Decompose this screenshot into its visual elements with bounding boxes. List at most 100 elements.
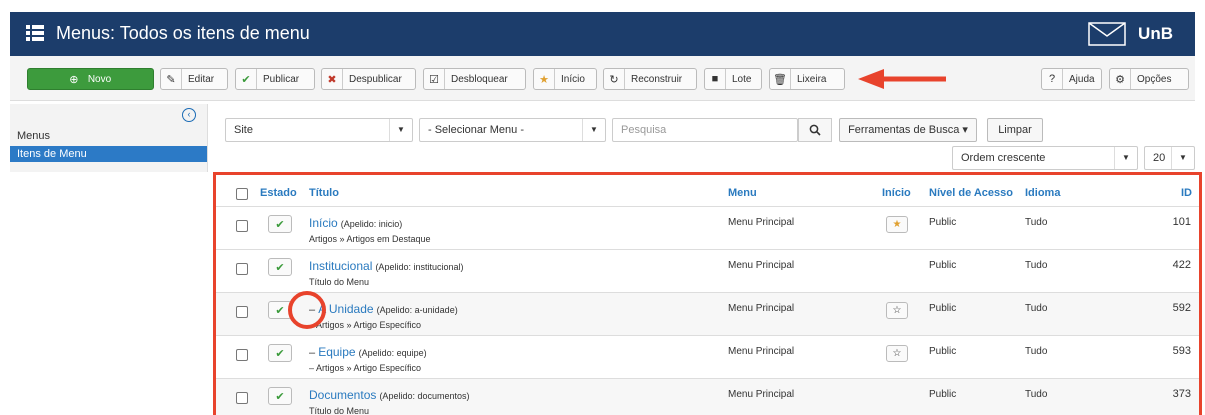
search-button[interactable] <box>798 118 832 142</box>
home-default-toggle[interactable]: ☆ <box>886 302 908 319</box>
item-type: Artigos » Artigos em Destaque <box>309 234 431 244</box>
row-checkbox[interactable] <box>236 220 248 232</box>
check-icon: ✔ <box>275 348 285 360</box>
id-cell: 593 <box>1172 345 1191 357</box>
language-cell: Tudo <box>1025 389 1048 400</box>
limit-select[interactable]: 20 ▼ <box>1144 146 1195 170</box>
item-type: Título do Menu <box>309 406 370 415</box>
column-header-access[interactable]: Nível de Acesso <box>929 187 1013 199</box>
new-button[interactable]: ⊕ Novo <box>27 68 154 90</box>
home-default-toggle[interactable]: ★ <box>886 216 908 233</box>
item-title-link[interactable]: Equipe <box>318 345 355 359</box>
menu-items-table: Estado Título Menu Início Nível de Acess… <box>213 172 1202 415</box>
cancel-circle-icon: ✖ <box>322 69 343 89</box>
plus-circle-icon: ⊕ <box>69 73 79 86</box>
item-title-link[interactable]: Documentos <box>309 388 376 402</box>
column-header-id[interactable]: ID <box>1181 187 1192 199</box>
menu-cell: Menu Principal <box>728 217 795 228</box>
published-toggle[interactable]: ✔ <box>268 258 292 276</box>
help-button[interactable]: ? Ajuda <box>1041 68 1102 90</box>
search-input[interactable]: Pesquisa <box>612 118 798 142</box>
home-button[interactable]: ★ Início <box>533 68 597 90</box>
gear-icon: ⚙ <box>1110 69 1131 89</box>
sidebar: ‹ Menus Itens de Menu <box>10 104 208 172</box>
options-button[interactable]: ⚙ Opções <box>1109 68 1189 90</box>
column-header-home[interactable]: Início <box>882 187 911 199</box>
square-icon: ■ <box>705 69 726 89</box>
trash-icon: 🗑 <box>770 69 791 89</box>
trash-button[interactable]: 🗑 Lixeira <box>769 68 845 90</box>
row-checkbox[interactable] <box>236 392 248 404</box>
menu-select[interactable]: - Selecionar Menu - ▼ <box>419 118 606 142</box>
language-cell: Tudo <box>1025 260 1048 271</box>
unlock-button[interactable]: ☑ Desbloquear <box>423 68 526 90</box>
column-header-status[interactable]: Estado <box>260 187 297 199</box>
column-header-menu[interactable]: Menu <box>728 187 757 199</box>
check-icon: ✔ <box>275 262 285 274</box>
chevron-down-icon: ▼ <box>389 119 412 141</box>
row-checkbox[interactable] <box>236 263 248 275</box>
star-filled-icon: ★ <box>892 219 902 230</box>
edit-icon: ✎ <box>161 69 182 89</box>
access-cell: Public <box>929 260 957 271</box>
menu-cell: Menu Principal <box>728 260 795 271</box>
annotation-arrow <box>858 69 946 89</box>
header-bar: Menus: Todos os itens de menu UnB <box>10 12 1195 56</box>
rebuild-button[interactable]: ↻ Reconstruir <box>603 68 697 90</box>
access-cell: Public <box>929 346 957 357</box>
check-icon: ✔ <box>275 219 285 231</box>
item-title-link[interactable]: A Unidade <box>318 302 373 316</box>
chevron-down-icon: ▼ <box>582 119 605 141</box>
star-outline-icon: ☆ <box>892 348 902 359</box>
published-toggle[interactable]: ✔ <box>268 387 292 405</box>
item-type: Título do Menu <box>309 277 370 287</box>
check-icon: ✔ <box>275 391 285 403</box>
collapse-sidebar-icon[interactable]: ‹ <box>182 108 196 122</box>
access-cell: Public <box>929 389 957 400</box>
sidebar-item-menu-items[interactable]: Itens de Menu <box>10 146 207 162</box>
published-toggle[interactable]: ✔ <box>268 215 292 233</box>
checkbox-icon: ☑ <box>424 69 445 89</box>
menu-cell: Menu Principal <box>728 346 795 357</box>
id-cell: 101 <box>1172 216 1191 228</box>
chevron-down-icon: ▼ <box>1114 147 1137 169</box>
id-cell: 422 <box>1172 259 1191 271</box>
select-all-checkbox[interactable] <box>236 188 248 200</box>
list-menu-icon <box>26 25 44 41</box>
item-type: – Artigos » Artigo Específico <box>309 320 422 330</box>
ordering-select[interactable]: Ordem crescente ▼ <box>952 146 1138 170</box>
language-cell: Tudo <box>1025 303 1048 314</box>
home-default-toggle[interactable]: ☆ <box>886 345 908 362</box>
clear-button[interactable]: Limpar <box>987 118 1043 142</box>
table-row: ✔ Início (Apelido: inicio) Artigos » Art… <box>216 206 1199 250</box>
language-cell: Tudo <box>1025 217 1048 228</box>
logo-text: UnB <box>1138 24 1173 43</box>
published-toggle[interactable]: ✔ <box>268 344 292 362</box>
menu-cell: Menu Principal <box>728 389 795 400</box>
id-cell: 373 <box>1172 388 1191 400</box>
edit-button[interactable]: ✎ Editar <box>160 68 228 90</box>
refresh-icon: ↻ <box>604 69 625 89</box>
item-title-link[interactable]: Início <box>309 216 338 230</box>
publish-button[interactable]: ✔ Publicar <box>235 68 315 90</box>
row-checkbox[interactable] <box>236 306 248 318</box>
batch-button[interactable]: ■ Lote <box>704 68 762 90</box>
check-icon: ✔ <box>236 69 257 89</box>
sidebar-item-menus[interactable]: Menus <box>10 128 207 144</box>
item-alias: (Apelido: institucional) <box>375 262 464 272</box>
site-select[interactable]: Site ▼ <box>225 118 413 142</box>
item-title-link[interactable]: Institucional <box>309 259 372 273</box>
unb-logo: UnB <box>1088 22 1173 46</box>
access-cell: Public <box>929 217 957 228</box>
language-cell: Tudo <box>1025 346 1048 357</box>
search-tools-button[interactable]: Ferramentas de Busca ▾ <box>839 118 977 142</box>
annotation-circle <box>288 291 326 329</box>
table-row: ✔ Institucional (Apelido: institucional)… <box>216 249 1199 293</box>
unpublish-button[interactable]: ✖ Despublicar <box>321 68 416 90</box>
envelope-logo-icon <box>1088 22 1126 46</box>
column-header-title[interactable]: Título <box>309 187 339 199</box>
column-header-language[interactable]: Idioma <box>1025 187 1060 199</box>
row-checkbox[interactable] <box>236 349 248 361</box>
access-cell: Public <box>929 303 957 314</box>
item-alias: (Apelido: a-unidade) <box>376 305 458 315</box>
